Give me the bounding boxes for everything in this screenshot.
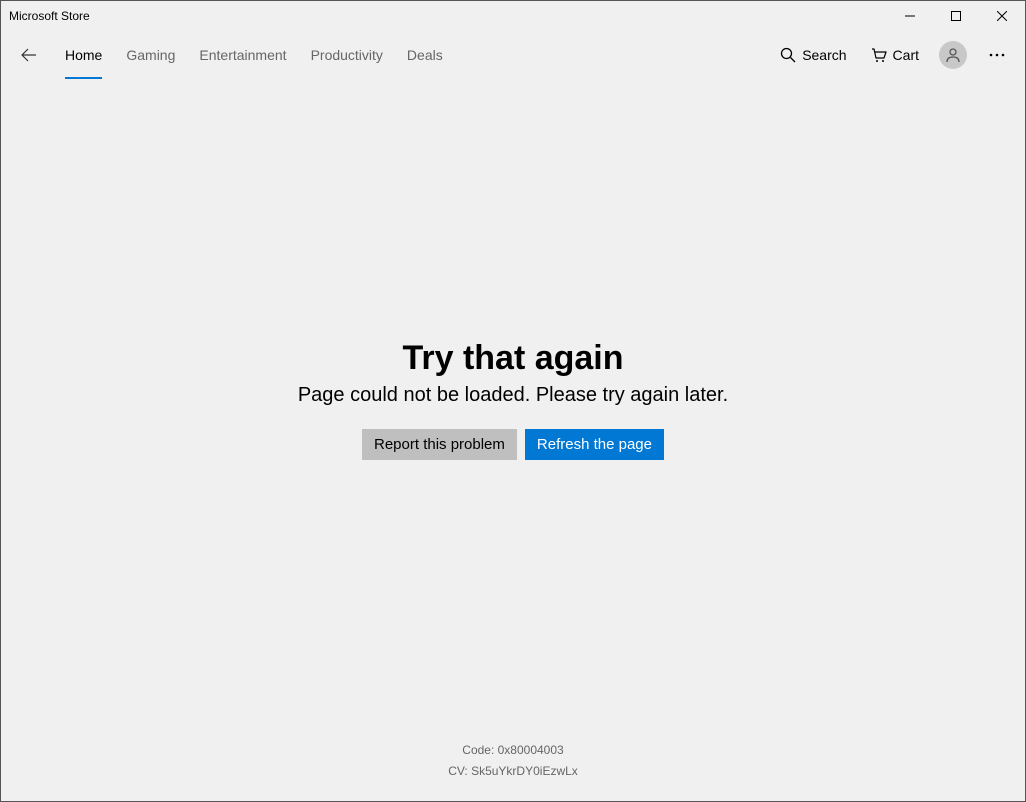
profile-button[interactable] (939, 41, 967, 69)
more-icon (989, 53, 1005, 57)
footer-codes: Code: 0x80004003 CV: Sk5uYkrDY0iEzwLx (1, 740, 1025, 783)
tab-label: Entertainment (199, 47, 286, 63)
error-cv: CV: Sk5uYkrDY0iEzwLx (1, 761, 1025, 783)
nav-tabs: Home Gaming Entertainment Productivity D… (53, 31, 455, 79)
tab-label: Deals (407, 47, 443, 63)
search-label: Search (802, 47, 846, 63)
tab-label: Gaming (126, 47, 175, 63)
refresh-page-button[interactable]: Refresh the page (525, 429, 664, 460)
tab-deals[interactable]: Deals (395, 31, 455, 79)
main-content: Try that again Page could not be loaded.… (1, 79, 1025, 801)
close-button[interactable] (979, 1, 1025, 31)
cart-button[interactable]: Cart (861, 41, 929, 69)
error-code: Code: 0x80004003 (1, 740, 1025, 762)
error-block: Try that again Page could not be loaded.… (298, 339, 728, 460)
cart-label: Cart (893, 47, 919, 63)
window-controls (887, 1, 1025, 31)
tab-productivity[interactable]: Productivity (299, 31, 395, 79)
error-title: Try that again (298, 339, 728, 378)
search-icon (780, 47, 796, 63)
tab-label: Productivity (311, 47, 383, 63)
titlebar: Microsoft Store (1, 1, 1025, 31)
maximize-button[interactable] (933, 1, 979, 31)
minimize-button[interactable] (887, 1, 933, 31)
search-button[interactable]: Search (770, 41, 856, 69)
person-icon (945, 47, 961, 63)
more-button[interactable] (977, 35, 1017, 75)
tab-label: Home (65, 47, 102, 63)
close-icon (997, 11, 1007, 21)
cart-icon (871, 47, 887, 63)
report-problem-button[interactable]: Report this problem (362, 429, 517, 460)
tab-entertainment[interactable]: Entertainment (187, 31, 298, 79)
nav-right: Search Cart (770, 35, 1017, 75)
error-buttons: Report this problem Refresh the page (298, 429, 728, 460)
error-message: Page could not be loaded. Please try aga… (298, 384, 728, 407)
navbar: Home Gaming Entertainment Productivity D… (1, 31, 1025, 79)
back-arrow-icon (21, 47, 37, 63)
tab-gaming[interactable]: Gaming (114, 31, 187, 79)
minimize-icon (905, 11, 915, 21)
maximize-icon (951, 11, 961, 21)
tab-home[interactable]: Home (53, 31, 114, 79)
back-button[interactable] (9, 35, 49, 75)
window-title: Microsoft Store (9, 9, 90, 23)
